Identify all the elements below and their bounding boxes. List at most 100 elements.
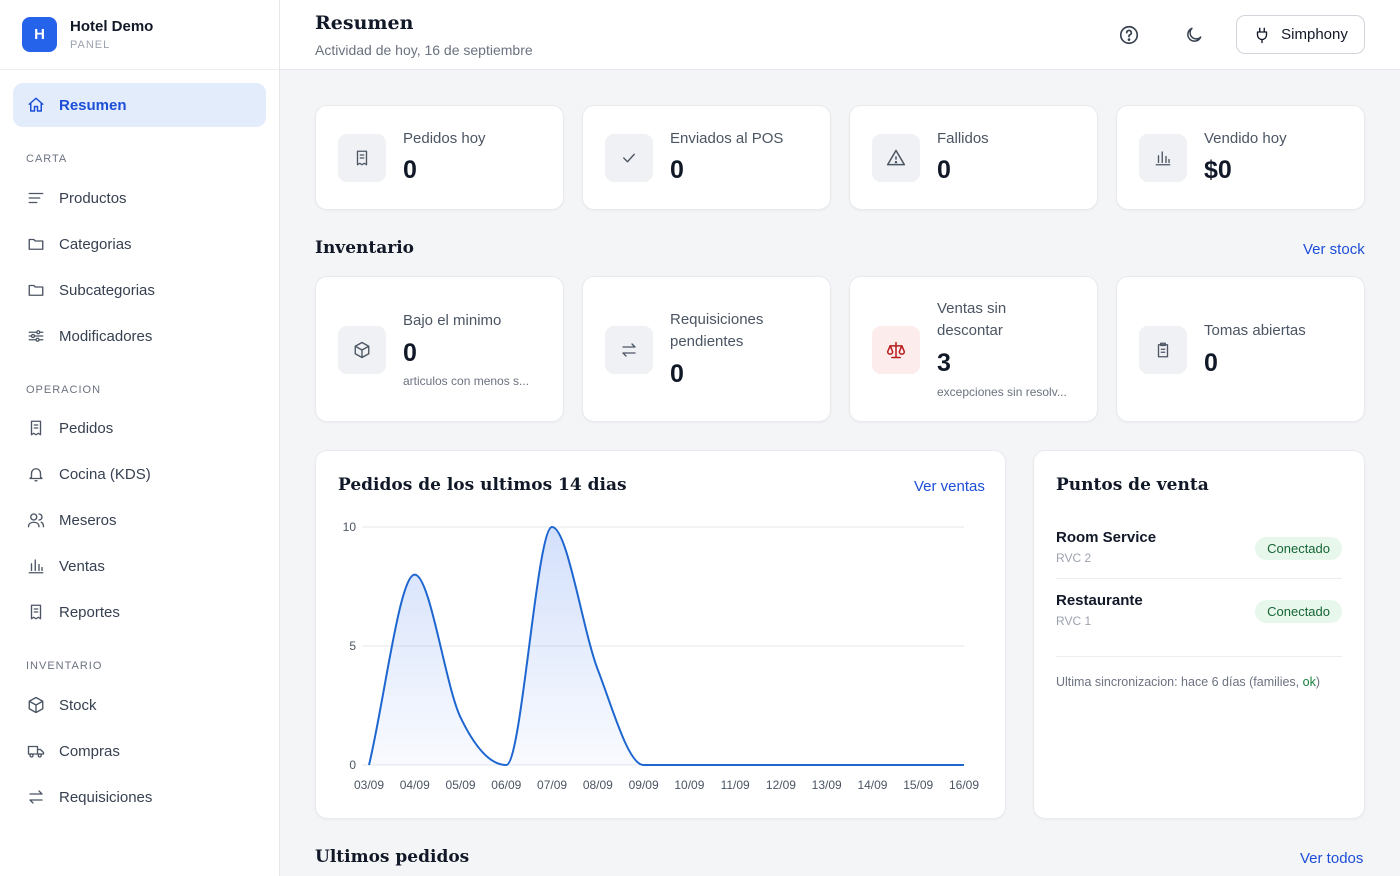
stat-card-vendido-hoy: Vendido hoy $0 — [1116, 105, 1365, 210]
x-tick-label: 10/09 — [674, 778, 704, 792]
stat-value: 0 — [403, 156, 417, 184]
stat-label: Tomas abiertas — [1204, 322, 1306, 339]
stat-value: 3 — [937, 349, 951, 377]
simphony-button[interactable]: Simphony — [1236, 15, 1365, 54]
stat-label: Pedidos hoy — [403, 130, 486, 147]
home-icon — [27, 96, 45, 114]
x-tick-label: 11/09 — [721, 778, 750, 792]
x-tick-label: 12/09 — [766, 778, 796, 792]
sidebar-item-meseros[interactable]: Meseros — [13, 500, 266, 540]
alert-triangle-icon — [872, 134, 920, 182]
inventory-card-requisiciones: Requisiciones pendientes 0 — [582, 276, 831, 422]
orders-chart: 03/09 04/09 05/09 06/09 07/09 08/09 09/09 10/09… — [343, 520, 980, 792]
sidebar-item-label: Reportes — [59, 603, 120, 621]
sync-status: Ultima sincronizacion: hace 6 días (fami… — [1056, 675, 1320, 689]
section-inventario: INVENTARIO — [26, 660, 103, 672]
x-tick-label: 13/09 — [812, 778, 842, 792]
x-tick-label: 15/09 — [903, 778, 933, 792]
simphony-label: Simphony — [1281, 26, 1348, 43]
sidebar-item-modificadores[interactable]: Modificadores — [13, 316, 266, 356]
stat-value: $0 — [1204, 156, 1232, 184]
status-badge: Conectado — [1255, 600, 1342, 623]
stat-label-line: pendientes — [670, 333, 744, 350]
sliders-icon — [27, 327, 45, 345]
sidebar-item-pedidos[interactable]: Pedidos — [13, 408, 266, 448]
swap-icon — [605, 326, 653, 374]
box-icon — [338, 326, 386, 374]
receipt-icon — [27, 603, 45, 621]
sidebar: H Hotel Demo PANEL Resumen CARTA Product… — [0, 0, 280, 876]
folder-icon — [27, 235, 45, 253]
sidebar-item-cocina[interactable]: Cocina (KDS) — [13, 454, 266, 494]
y-tick-label: 0 — [349, 758, 356, 772]
sidebar-item-label: Compras — [59, 742, 120, 760]
brand-logo: H — [22, 17, 57, 52]
sidebar-item-compras[interactable]: Compras — [13, 731, 266, 771]
scale-icon — [872, 326, 920, 374]
stat-label-line: Ventas sin — [937, 300, 1007, 317]
sidebar-item-reportes[interactable]: Reportes — [13, 592, 266, 632]
help-circle-icon[interactable] — [1117, 23, 1141, 47]
x-tick-label: 16/09 — [949, 778, 979, 792]
x-tick-label: 06/09 — [491, 778, 521, 792]
sidebar-item-label: Stock — [59, 696, 97, 714]
section-carta: CARTA — [26, 153, 68, 165]
pos-row-restaurante[interactable]: Restaurante RVC 1 Conectado — [1056, 592, 1342, 628]
inventory-card-bajo-minimo: Bajo el minimo 0 articulos con menos s..… — [315, 276, 564, 422]
sidebar-item-label: Categorias — [59, 235, 132, 253]
bar-chart-icon — [27, 557, 45, 575]
page-title: Resumen — [315, 12, 414, 34]
stat-label-line: Requisiciones — [670, 311, 764, 328]
box-icon — [27, 696, 45, 714]
stat-label-line: descontar — [937, 322, 1003, 339]
stat-label: Ventas sin descontar — [937, 298, 1006, 342]
stat-card-fallidos: Fallidos 0 — [849, 105, 1098, 210]
ver-todos-link[interactable]: Ver todos — [1300, 850, 1363, 867]
sync-text: Ultima sincronizacion: hace 6 días (fami… — [1056, 675, 1303, 689]
x-tick-label: 03/09 — [354, 778, 384, 792]
bell-icon — [27, 465, 45, 483]
stat-card-pedidos-hoy: Pedidos hoy 0 — [315, 105, 564, 210]
ver-stock-link[interactable]: Ver stock — [1303, 241, 1365, 258]
sidebar-item-label: Pedidos — [59, 419, 114, 437]
stat-label: Requisiciones pendientes — [670, 309, 763, 353]
top-header: Resumen Actividad de hoy, 16 de septiemb… — [280, 0, 1400, 70]
bar-chart-icon — [1139, 134, 1187, 182]
sidebar-item-productos[interactable]: Productos — [13, 178, 266, 218]
pos-title: Puntos de venta — [1056, 475, 1209, 495]
x-tick-label: 07/09 — [537, 778, 567, 792]
stat-label: Enviados al POS — [670, 130, 784, 147]
stat-note: excepciones sin resolv... — [937, 385, 1067, 399]
sidebar-item-label: Productos — [59, 189, 127, 207]
sync-ok: ok — [1302, 675, 1316, 689]
latest-orders-title: Ultimos pedidos — [315, 847, 470, 867]
users-icon — [27, 511, 45, 529]
swap-icon — [27, 788, 45, 806]
plug-icon — [1253, 26, 1271, 44]
sidebar-item-subcategorias[interactable]: Subcategorias — [13, 270, 266, 310]
inventory-card-ventas-sin-descontar: Ventas sin descontar 3 excepciones sin r… — [849, 276, 1098, 422]
sidebar-item-ventas[interactable]: Ventas — [13, 546, 266, 586]
divider — [1056, 578, 1342, 579]
pos-row-room-service[interactable]: Room Service RVC 2 Conectado — [1056, 529, 1342, 565]
status-badge: Conectado — [1255, 537, 1342, 560]
x-tick-label: 14/09 — [857, 778, 887, 792]
brand-title: Hotel Demo — [70, 18, 154, 35]
sidebar-item-label: Meseros — [59, 511, 117, 529]
sidebar-item-categorias[interactable]: Categorias — [13, 224, 266, 264]
x-tick-label: 04/09 — [400, 778, 430, 792]
moon-icon[interactable] — [1182, 23, 1206, 47]
sidebar-item-label: Modificadores — [59, 327, 153, 345]
folder-icon — [27, 281, 45, 299]
inventory-card-tomas-abiertas: Tomas abiertas 0 — [1116, 276, 1365, 422]
sidebar-item-requisiciones[interactable]: Requisiciones — [13, 777, 266, 817]
sidebar-item-resumen[interactable]: Resumen — [13, 83, 266, 127]
section-operacion: OPERACION — [26, 384, 102, 396]
sidebar-item-label: Subcategorias — [59, 281, 155, 299]
sidebar-item-label: Resumen — [59, 96, 127, 114]
stat-label: Fallidos — [937, 130, 989, 147]
sidebar-item-label: Cocina (KDS) — [59, 465, 151, 483]
sidebar-item-label: Requisiciones — [59, 788, 153, 806]
sidebar-item-stock[interactable]: Stock — [13, 685, 266, 725]
sync-text: ) — [1315, 675, 1320, 689]
